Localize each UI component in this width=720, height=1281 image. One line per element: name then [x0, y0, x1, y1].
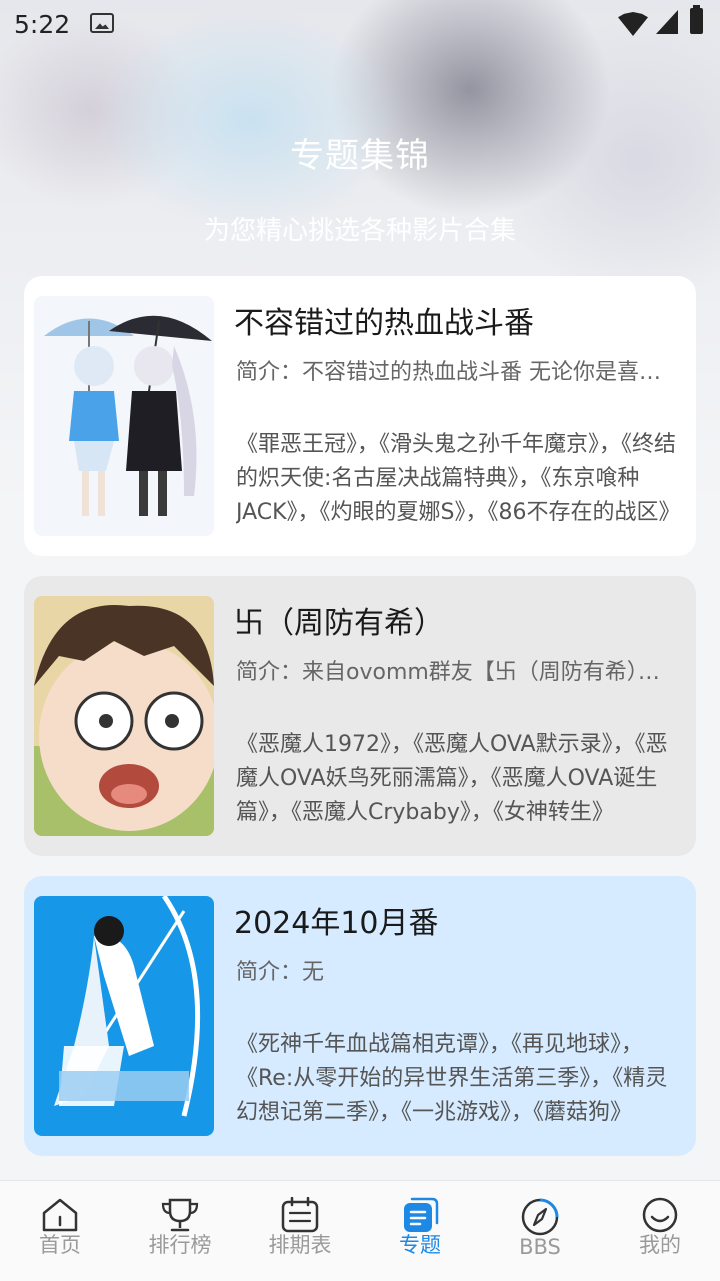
image-notification-icon [90, 13, 114, 33]
collection-poster [34, 596, 214, 836]
tab-label: BBS [519, 1235, 561, 1259]
collection-description: 简介：不容错过的热血战斗番 无论你是喜欢热血的战斗场面还是精彩的剧情 [236, 360, 676, 385]
status-time: 5:22 [14, 10, 71, 39]
page-subtitle: 为您精心挑选各种影片合集 [203, 216, 516, 246]
collection-works: 《恶魔人1972》，《恶魔人OVA默示录》，《恶魔人OVA妖鸟死丽濡篇》，《恶魔… [236, 732, 668, 825]
collection-card[interactable]: 不容错过的热血战斗番 简介：不容错过的热血战斗番 无论你是喜欢热血的战斗场面还是… [24, 276, 696, 556]
collection-card[interactable]: 卐（周防有希） 简介：来自ovomm群友【卐（周防有希）】的推荐合集 《恶魔人1… [24, 576, 696, 856]
collection-title: 卐（周防有希） [234, 606, 444, 641]
tab-bbs[interactable]: BBS [480, 1181, 600, 1281]
page-title: 专题集锦 [290, 136, 430, 176]
tab-label: 首页 [39, 1233, 81, 1257]
collection-title: 不容错过的热血战斗番 [234, 306, 534, 341]
wifi-icon [618, 12, 648, 36]
tab-home[interactable]: 首页 [0, 1181, 120, 1281]
home-icon [42, 1198, 78, 1232]
collection-works: 《罪恶王冠》，《滑头鬼之孙千年魔京》，《终结的炽天使:名古屋决战篇特典》，《东京… [236, 432, 681, 525]
tab-label: 排期表 [268, 1233, 332, 1257]
tab-topics[interactable]: 专题 [360, 1181, 480, 1281]
topic-icon [404, 1197, 439, 1232]
tab-label: 我的 [639, 1233, 681, 1257]
compass-icon [521, 1198, 559, 1236]
status-bar: 5:22 [0, 0, 720, 50]
collection-description: 简介：无 [236, 960, 325, 985]
tab-schedule[interactable]: 排期表 [240, 1181, 360, 1281]
trophy-icon [161, 1198, 199, 1232]
collection-description: 简介：来自ovomm群友【卐（周防有希）】的推荐合集 [236, 660, 676, 685]
smile-icon [642, 1197, 678, 1233]
collection-title: 2024年10月番 [234, 906, 439, 941]
bottom-tab-bar: 首页 排行榜 排期表 专题 BBS 我的 [0, 1180, 720, 1281]
collection-poster [34, 296, 214, 536]
signal-icon [656, 10, 678, 34]
tab-mine[interactable]: 我的 [600, 1181, 720, 1281]
collection-card[interactable]: 2024年10月番 简介：无 《死神千年血战篇相克谭》，《再见地球》，《Re:从… [24, 876, 696, 1156]
calendar-icon [281, 1197, 319, 1233]
collection-poster [34, 896, 214, 1136]
battery-icon [690, 5, 703, 34]
tab-label: 专题 [399, 1233, 441, 1257]
collection-works: 《死神千年血战篇相克谭》，《再见地球》，《Re:从零开始的异世界生活第三季》，《… [236, 1032, 668, 1125]
tab-ranking[interactable]: 排行榜 [120, 1181, 240, 1281]
tab-label: 排行榜 [148, 1233, 212, 1257]
